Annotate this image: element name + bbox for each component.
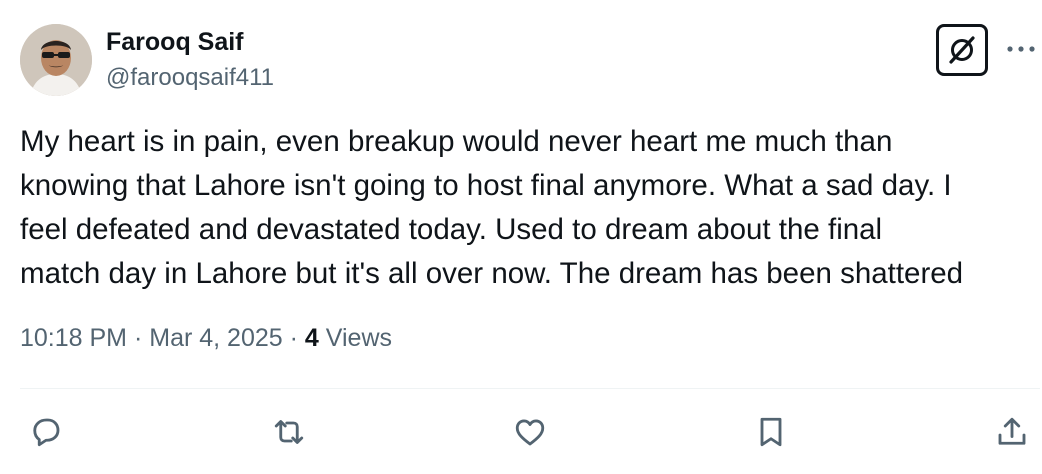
tweet-time[interactable]: 10:18 PM xyxy=(20,324,127,352)
more-icon xyxy=(1007,46,1035,52)
tweet-text: My heart is in pain, even breakup would … xyxy=(20,120,1030,296)
divider xyxy=(20,388,1040,389)
meta-separator: · xyxy=(289,324,298,352)
tweet-text-line: feel defeated and devastated today. Used… xyxy=(20,213,883,246)
share-button[interactable] xyxy=(990,410,1034,454)
bookmark-icon xyxy=(760,417,782,447)
share-icon xyxy=(998,417,1026,445)
retweet-button[interactable] xyxy=(267,410,311,454)
tweet-text-line: knowing that Lahore isn't going to host … xyxy=(20,169,952,202)
avatar[interactable] xyxy=(20,24,92,96)
views-count: 4 xyxy=(304,324,319,352)
meta-separator: · xyxy=(133,324,143,352)
reply-icon xyxy=(33,418,60,447)
tweet-text-line: match day in Lahore but it's all over no… xyxy=(20,257,964,290)
reply-button[interactable] xyxy=(24,410,68,454)
like-icon xyxy=(515,419,545,446)
like-button[interactable] xyxy=(508,410,552,454)
views-label: Views xyxy=(325,324,393,352)
tweet-card: Farooq Saif @farooqsaif411 My heart is i… xyxy=(0,0,1042,474)
avatar-image xyxy=(20,24,92,96)
tweet-meta: 10:18 PM · Mar 4, 2025 · 4 Views xyxy=(20,324,392,353)
author-name[interactable]: Farooq Saif xyxy=(106,28,244,57)
more-options-button[interactable] xyxy=(1004,34,1038,64)
bookmark-button[interactable] xyxy=(749,410,793,454)
grok-button[interactable] xyxy=(936,24,988,76)
retweet-icon xyxy=(274,420,304,444)
author-handle[interactable]: @farooqsaif411 xyxy=(106,64,274,92)
tweet-date[interactable]: Mar 4, 2025 xyxy=(149,324,282,352)
grok-icon xyxy=(949,36,975,64)
tweet-text-line: My heart is in pain, even breakup would … xyxy=(20,125,893,158)
